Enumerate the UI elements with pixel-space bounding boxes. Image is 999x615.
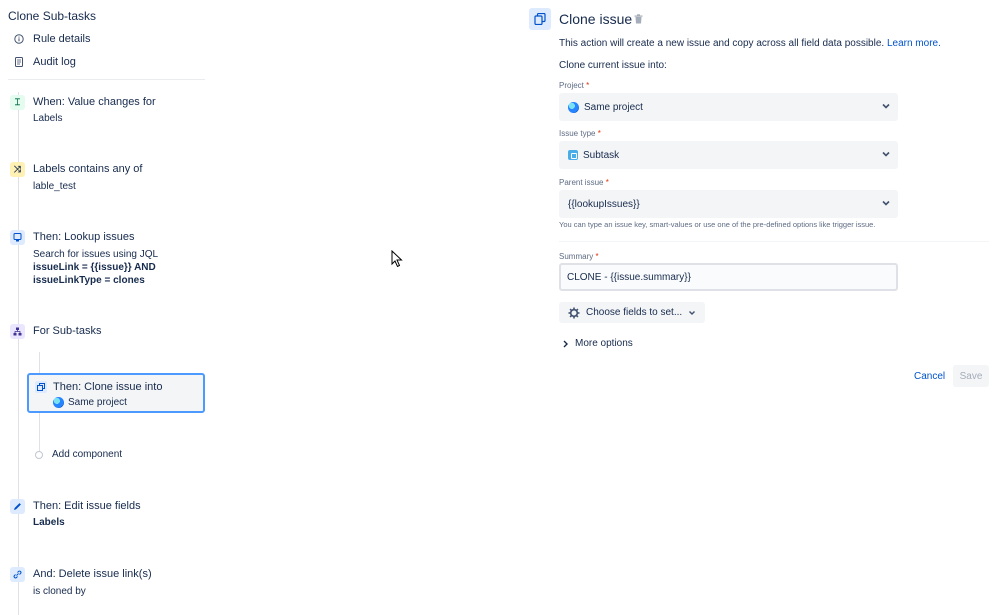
parent-issue-label: Parent issue * (559, 178, 609, 187)
parent-issue-value: {{lookupIssues}} (568, 198, 640, 210)
chevron-down-icon (882, 103, 890, 109)
branch-title: For Sub-tasks (33, 325, 102, 337)
project-label-text: Project (559, 81, 584, 90)
more-options-toggle[interactable]: More options (562, 338, 633, 349)
rule-details-link[interactable]: Rule details (14, 33, 90, 45)
save-button[interactable]: Save (953, 365, 989, 387)
trigger-icon: ⌶ (10, 95, 25, 110)
project-globe-icon (568, 101, 579, 113)
parent-issue-helper-text: You can type an issue key, smart-values … (559, 220, 876, 229)
lookup-icon (10, 230, 25, 245)
clone-issue-header-icon (529, 8, 551, 30)
description-text: This action will create a new issue and … (559, 38, 885, 49)
subtask-icon (568, 150, 578, 160)
choose-fields-button[interactable]: Choose fields to set... (559, 302, 705, 323)
chevron-right-icon (563, 340, 568, 347)
project-required-marker: * (586, 81, 590, 90)
clone-title: Then: Clone issue into (53, 381, 163, 393)
delete-link-sub: is cloned by (33, 586, 86, 597)
clone-sub: Same project (53, 397, 127, 408)
chevron-down-icon (882, 151, 890, 157)
edit-title: Then: Edit issue fields (33, 500, 141, 512)
condition-sub: lable_test (33, 181, 76, 192)
project-value: Same project (584, 101, 643, 113)
parent-issue-select[interactable]: {{lookupIssues}} (559, 190, 898, 218)
panel-title: Clone issue (559, 11, 633, 27)
issue-type-select[interactable]: Subtask (559, 141, 898, 169)
summary-label-text: Summary (559, 252, 594, 261)
clone-icon (35, 381, 47, 393)
clone-sub-label: Same project (68, 397, 127, 408)
mouse-cursor-icon (391, 250, 403, 268)
audit-log-label: Audit log (33, 56, 76, 68)
add-component-label: Add component (52, 449, 123, 460)
cancel-button[interactable]: Cancel (909, 366, 950, 386)
issue-type-value: Subtask (583, 149, 620, 161)
summary-value: CLONE - {{issue.summary}} (567, 271, 691, 283)
lookup-jql-line1: issueLink = {{issue}} AND (33, 262, 156, 273)
project-globe-icon (53, 397, 64, 408)
panel-description: This action will create a new issue and … (559, 38, 941, 49)
add-component-dot-icon (35, 450, 43, 459)
clone-into-label: Clone current issue into: (559, 60, 667, 71)
document-icon (14, 57, 24, 67)
unlink-icon (10, 567, 25, 582)
edit-sub: Labels (33, 517, 65, 528)
branch-icon (10, 324, 25, 339)
choose-fields-label: Choose fields to set... (586, 307, 683, 318)
condition-title: Labels contains any of (33, 163, 143, 175)
rule-title: Clone Sub-tasks (8, 9, 97, 23)
add-component-button[interactable]: Add component (35, 449, 122, 460)
summary-label: Summary * (559, 252, 599, 261)
parent-issue-required-marker: * (605, 178, 609, 187)
parent-issue-label-text: Parent issue (559, 178, 604, 187)
issue-type-label: Issue type * (559, 129, 601, 138)
trigger-title: When: Value changes for (33, 96, 156, 108)
rule-details-label: Rule details (33, 33, 91, 45)
chevron-down-icon (689, 310, 696, 315)
pencil-icon (10, 499, 25, 514)
issue-type-label-text: Issue type (559, 129, 596, 138)
info-icon (14, 34, 24, 44)
audit-log-link[interactable]: Audit log (14, 56, 76, 68)
lookup-sub: Search for issues using JQL (33, 249, 159, 260)
summary-input[interactable]: CLONE - {{issue.summary}} (559, 263, 898, 291)
trigger-sub: Labels (33, 113, 63, 124)
issue-type-required-marker: * (597, 129, 601, 138)
project-select[interactable]: Same project (559, 93, 898, 121)
summary-required-marker: * (595, 252, 599, 261)
lookup-title: Then: Lookup issues (33, 231, 135, 243)
delete-link-title: And: Delete issue link(s) (33, 568, 152, 580)
project-label: Project * (559, 81, 589, 90)
gear-icon (568, 307, 580, 318)
learn-more-link[interactable]: Learn more. (887, 38, 941, 49)
clone-component-selected[interactable]: Then: Clone issue into Same project (27, 373, 205, 413)
panel-divider (559, 241, 989, 242)
lookup-jql-line2: issueLinkType = clones (33, 275, 145, 286)
chevron-down-icon (882, 200, 890, 206)
trash-icon[interactable] (634, 14, 643, 27)
more-options-label: More options (575, 338, 633, 349)
condition-shuffle-icon: ⤨ (10, 162, 25, 177)
sidebar-divider (8, 79, 205, 80)
